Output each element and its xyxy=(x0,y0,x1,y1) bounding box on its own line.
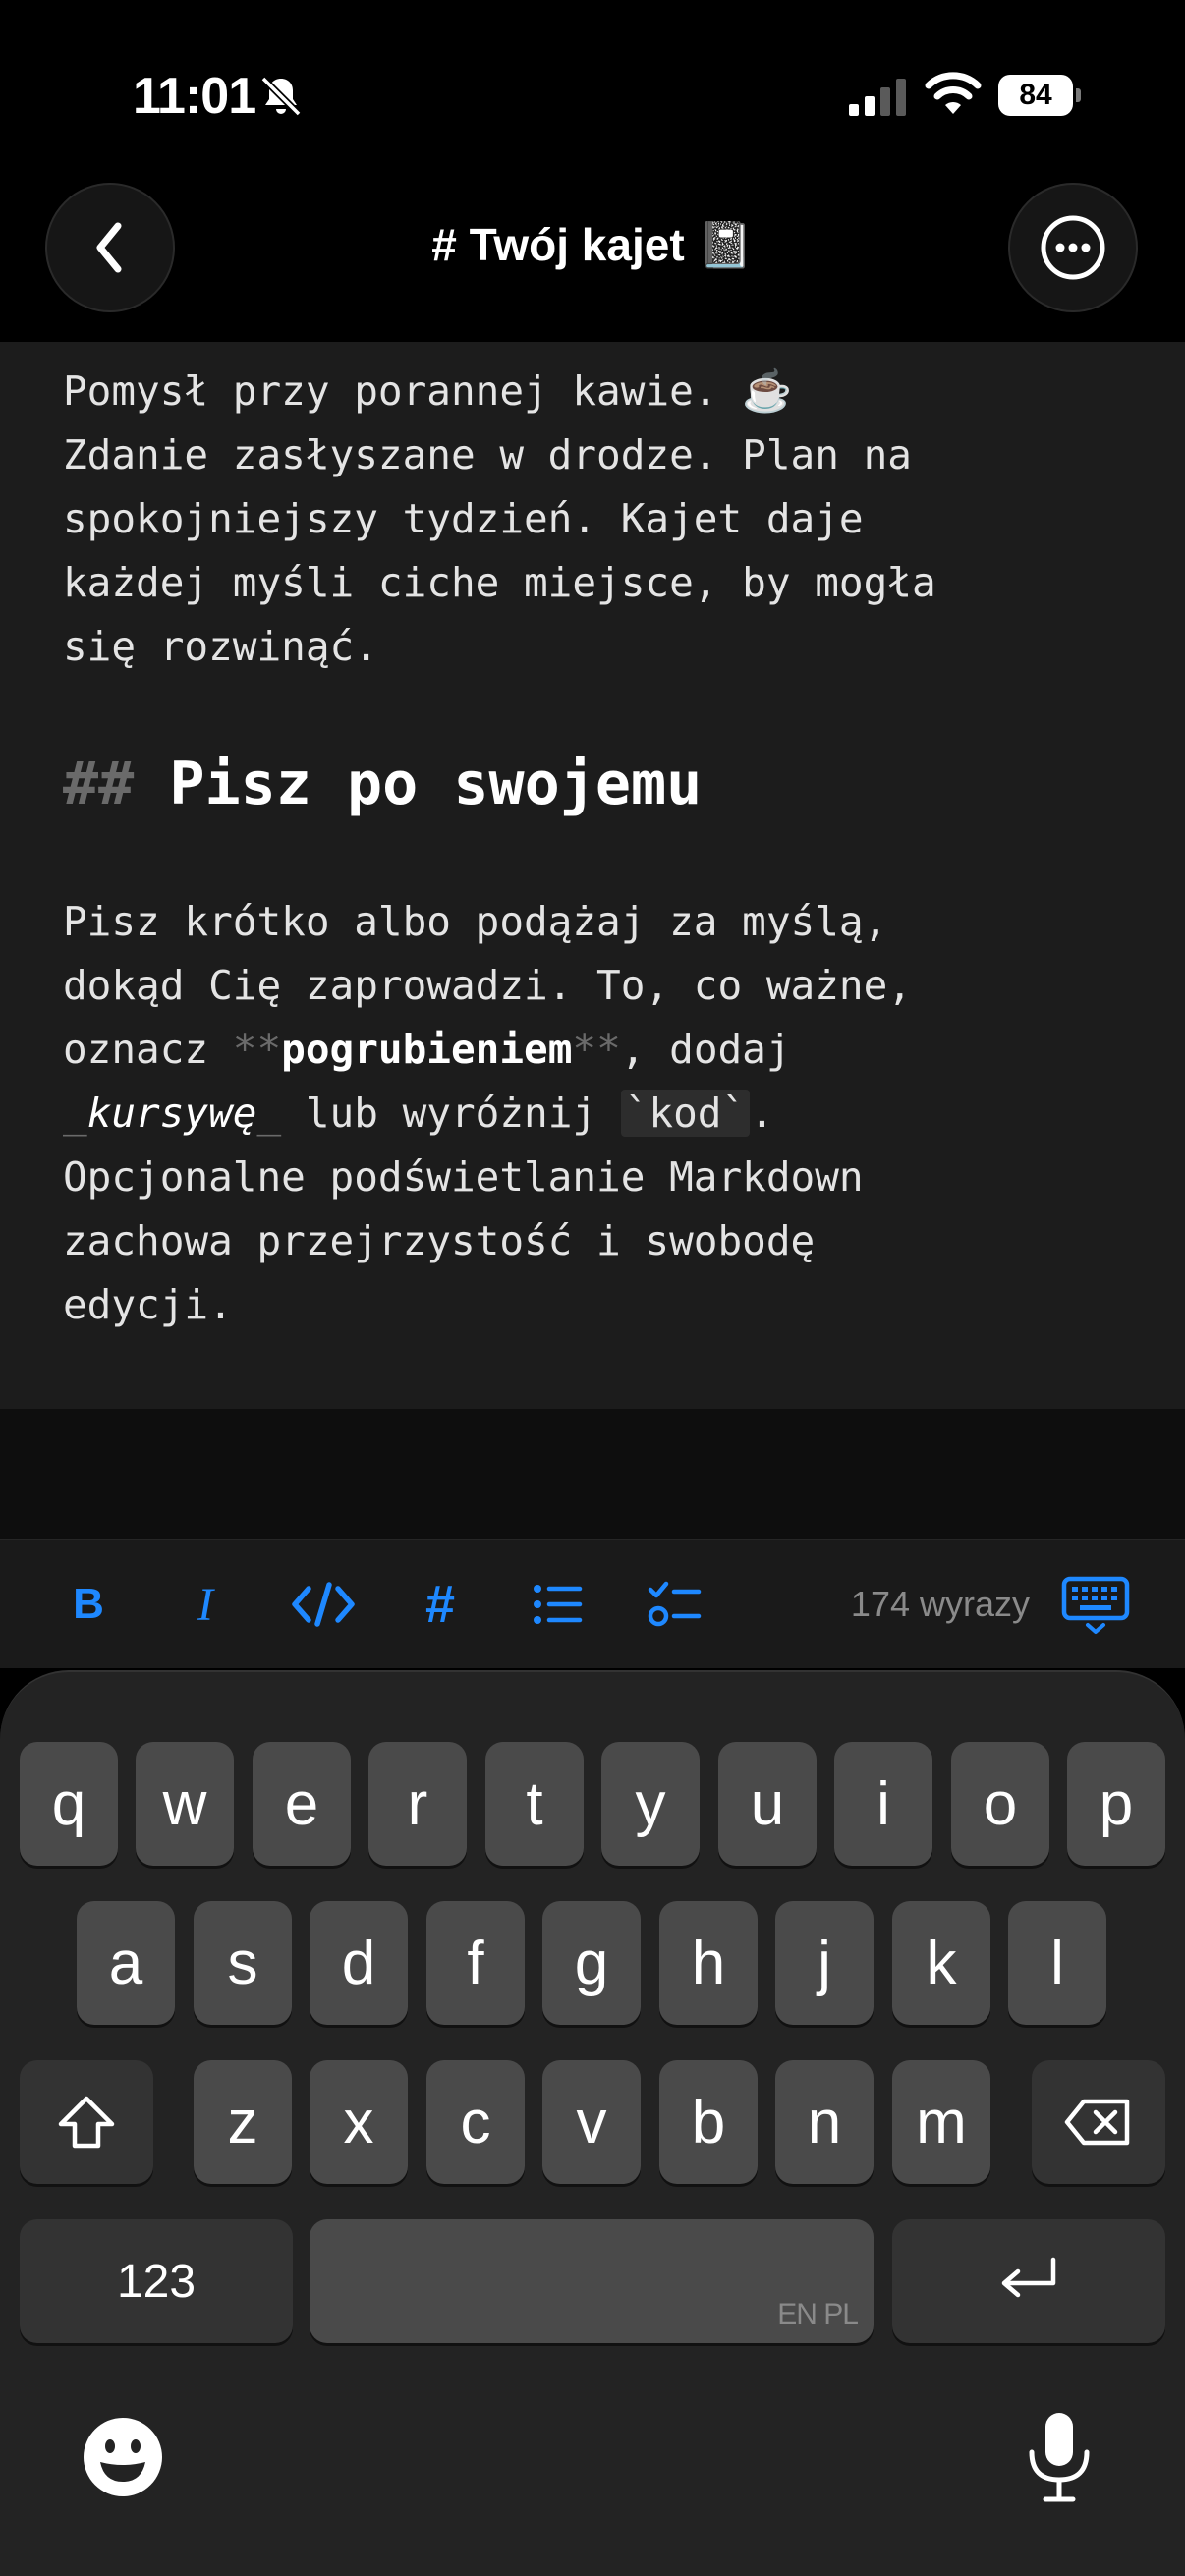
backspace-icon xyxy=(1064,2099,1130,2146)
text-span: oznacz xyxy=(63,1026,233,1073)
key-f[interactable]: f xyxy=(426,1901,525,2025)
paragraph-intro: Pomysł przy porannej kawie. ☕️ Zdanie za… xyxy=(63,360,936,679)
key-t[interactable]: t xyxy=(485,1742,584,1866)
cellular-signal-icon xyxy=(849,79,906,116)
heading-text: Pisz po swojemu xyxy=(169,750,703,818)
key-d[interactable]: d xyxy=(310,1901,408,2025)
formatting-toolbar: B I # 174 wyrazy xyxy=(0,1539,1185,1668)
ellipsis-circle-icon xyxy=(1041,215,1105,280)
key-i[interactable]: i xyxy=(834,1742,932,1866)
text-line: spokojniejszy tydzień. Kajet daje xyxy=(63,495,864,542)
bell-off-icon xyxy=(260,76,302,117)
key-u[interactable]: u xyxy=(718,1742,817,1866)
key-o[interactable]: o xyxy=(951,1742,1049,1866)
text-line: oznacz **pogrubieniem**, dodaj xyxy=(63,1018,912,1082)
key-n[interactable]: n xyxy=(775,2060,874,2184)
text-line: edycji. xyxy=(63,1281,233,1328)
editor-bottom-space xyxy=(0,1409,1185,1539)
note-title: # Twój kajet 📓 xyxy=(431,219,754,270)
text-line: Opcjonalne podświetlanie Markdown xyxy=(63,1153,864,1201)
bold-text: pogrubieniem xyxy=(281,1026,573,1073)
italic-marker: _ xyxy=(63,1090,87,1137)
italic-button[interactable]: I xyxy=(170,1569,241,1640)
text-line: się rozwinąć. xyxy=(63,623,378,670)
key-m[interactable]: m xyxy=(892,2060,990,2184)
italic-marker: _ xyxy=(256,1090,282,1137)
return-key[interactable] xyxy=(892,2219,1165,2343)
wifi-icon xyxy=(925,72,982,114)
key-a[interactable]: a xyxy=(77,1901,175,2025)
space-key[interactable]: EN PL xyxy=(310,2219,874,2343)
bold-marker: ** xyxy=(232,1026,282,1073)
more-options-button[interactable] xyxy=(1008,183,1138,312)
return-arrow-icon xyxy=(1001,2257,1056,2298)
text-span: , dodaj xyxy=(620,1026,791,1073)
text-span: lub wyróżnij xyxy=(281,1090,621,1137)
heading-marker: ## xyxy=(63,750,135,818)
text-line: _kursywę_ lub wyróżnij `kod`. xyxy=(63,1082,912,1146)
numbers-key[interactable]: 123 xyxy=(20,2219,293,2343)
checklist-icon xyxy=(648,1581,702,1627)
text-span: . xyxy=(750,1090,774,1137)
key-q[interactable]: q xyxy=(20,1742,118,1866)
key-r[interactable]: r xyxy=(368,1742,467,1866)
bullet-list-icon xyxy=(534,1585,583,1624)
text-editor[interactable]: Pomysł przy porannej kawie. ☕️ Zdanie za… xyxy=(0,342,1185,1409)
key-p[interactable]: p xyxy=(1067,1742,1165,1866)
key-e[interactable]: e xyxy=(253,1742,351,1866)
status-time: 11:01 xyxy=(133,68,256,125)
emoji-icon[interactable] xyxy=(83,2417,163,2497)
inline-code: `kod` xyxy=(620,1090,751,1137)
code-icon xyxy=(292,1582,355,1627)
paragraph-body: Pisz krótko albo podążaj za myślą, dokąd… xyxy=(63,890,912,1337)
bold-marker: ** xyxy=(572,1026,621,1073)
checklist-button[interactable] xyxy=(640,1569,710,1640)
key-w[interactable]: w xyxy=(136,1742,234,1866)
microphone-icon[interactable] xyxy=(1022,2409,1097,2505)
shift-key[interactable] xyxy=(20,2060,153,2184)
chevron-left-icon xyxy=(96,222,122,273)
bold-button[interactable]: B xyxy=(53,1569,124,1640)
battery-indicator: 84 xyxy=(998,75,1081,116)
key-j[interactable]: j xyxy=(775,1901,874,2025)
status-bar: 11:01 84 xyxy=(0,0,1185,177)
space-language-label: EN PL xyxy=(777,2298,859,2330)
key-l[interactable]: l xyxy=(1008,1901,1106,2025)
word-count: 174 wyrazy xyxy=(850,1584,1030,1624)
key-b[interactable]: b xyxy=(659,2060,758,2184)
italic-text: kursywę xyxy=(86,1090,257,1137)
section-heading: ## Pisz po swojemu xyxy=(63,745,702,823)
delete-key[interactable] xyxy=(1032,2060,1165,2184)
key-c[interactable]: c xyxy=(426,2060,525,2184)
key-k[interactable]: k xyxy=(892,1901,990,2025)
text-line: Pomysł przy porannej kawie. ☕️ xyxy=(63,367,793,415)
key-h[interactable]: h xyxy=(659,1901,758,2025)
battery-level: 84 xyxy=(998,75,1073,116)
key-v[interactable]: v xyxy=(542,2060,641,2184)
text-line: każdej myśli ciche miejsce, by mogła xyxy=(63,559,936,606)
bullet-list-button[interactable] xyxy=(523,1569,593,1640)
text-line: Zdanie zasłyszane w drodze. Plan na xyxy=(63,431,912,478)
battery-tip xyxy=(1076,88,1081,102)
key-y[interactable]: y xyxy=(601,1742,700,1866)
key-z[interactable]: z xyxy=(194,2060,292,2184)
shift-arrow-icon xyxy=(58,2096,115,2149)
text-line: zachowa przejrzystość i swobodę xyxy=(63,1217,816,1264)
key-s[interactable]: s xyxy=(194,1901,292,2025)
keyboard-dismiss-icon[interactable] xyxy=(1060,1575,1131,1636)
text-line: dokąd Cię zaprowadzi. To, co ważne, xyxy=(63,962,912,1009)
key-g[interactable]: g xyxy=(542,1901,641,2025)
code-button[interactable] xyxy=(288,1569,359,1640)
heading-button[interactable]: # xyxy=(405,1569,476,1640)
text-line: Pisz krótko albo podążaj za myślą, xyxy=(63,898,888,945)
key-x[interactable]: x xyxy=(310,2060,408,2184)
back-button[interactable] xyxy=(45,183,175,312)
